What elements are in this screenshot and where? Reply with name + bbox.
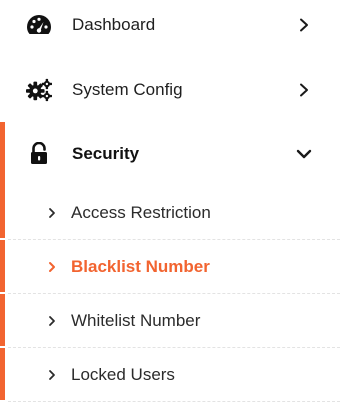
- submenu-item-label: Locked Users: [71, 365, 175, 384]
- sidebar-item-system-config[interactable]: System Config: [0, 58, 352, 122]
- chevron-right-icon: [46, 368, 58, 382]
- chevron-right-icon: [46, 260, 58, 274]
- sidebar-item-label: System Config: [72, 80, 183, 99]
- submenu-item-label: Whitelist Number: [71, 311, 201, 330]
- submenu-item-blacklist-number[interactable]: Blacklist Number: [0, 240, 352, 294]
- chevron-right-icon: [46, 206, 58, 220]
- sidebar-item-security[interactable]: Security: [0, 122, 352, 186]
- chevron-right-icon: [296, 82, 312, 98]
- submenu-item-locked-users[interactable]: Locked Users: [0, 348, 352, 402]
- lock-open-icon: [26, 141, 52, 167]
- submenu-item-label: Access Restriction: [71, 203, 211, 222]
- chevron-down-icon: [296, 146, 312, 162]
- divider: [8, 401, 340, 402]
- chevron-right-icon: [296, 17, 312, 33]
- sidebar-menu: Dashboard System Config Security Access …: [0, 0, 352, 408]
- sidebar-item-label: Security: [72, 144, 140, 163]
- sidebar-item-dashboard[interactable]: Dashboard: [0, 0, 352, 57]
- submenu-item-access-restriction[interactable]: Access Restriction: [0, 186, 352, 240]
- submenu-item-label: Blacklist Number: [71, 257, 210, 276]
- gears-icon: [26, 77, 52, 103]
- dashboard-gauge-icon: [26, 12, 52, 38]
- sidebar-item-label: Dashboard: [72, 15, 156, 34]
- chevron-right-icon: [46, 314, 58, 328]
- submenu-item-whitelist-number[interactable]: Whitelist Number: [0, 294, 352, 348]
